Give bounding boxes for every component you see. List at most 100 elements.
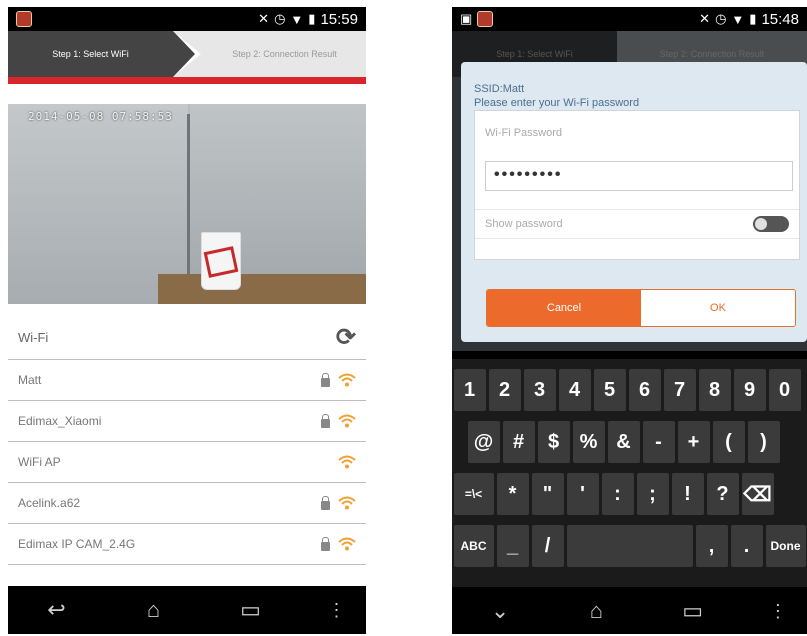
wifi-signal-icon (338, 373, 356, 387)
keyboard-key[interactable]: ) (747, 421, 780, 463)
lock-icon (321, 372, 330, 387)
cancel-button[interactable]: Cancel (487, 290, 641, 326)
app-notification-icon (16, 11, 32, 27)
step-indicator: Step 1: Select WiFi Step 2: Connection R… (8, 31, 366, 77)
toggle-knob (755, 218, 767, 230)
dialog-panel: Wi-Fi Password ••••••••• Show password (474, 110, 800, 260)
show-password-toggle[interactable] (753, 216, 789, 232)
wifi-network-item[interactable]: Edimax IP CAM_2.4G (8, 524, 366, 565)
keyboard-row-bottom: ABC _ / ,. Done (452, 525, 807, 567)
keyboard-key[interactable]: 9 (733, 369, 766, 411)
keyboard-key[interactable]: + (677, 421, 710, 463)
keyboard-key[interactable]: ! (671, 473, 704, 515)
wifi-network-item[interactable]: Edimax_Xiaomi (8, 401, 366, 442)
password-label: Wi-Fi Password (485, 127, 563, 139)
nav-bar: ↩ ⌂ ▭ ⋮ (8, 586, 366, 634)
wifi-network-name: Matt (18, 373, 42, 387)
back-icon[interactable]: ↩ (37, 597, 77, 623)
wifi-signal-icon (338, 496, 356, 510)
wifi-network-item[interactable]: Acelink.a62 (8, 483, 366, 524)
keyboard-key[interactable]: % (572, 421, 605, 463)
soft-keyboard: 1234567890 @ # $% & - +() =\< * " ':;!? ⌫ ABC _ / ,… (452, 359, 807, 587)
keyboard-key[interactable]: 7 (663, 369, 696, 411)
keyboard-key[interactable]: 8 (698, 369, 731, 411)
password-dialog: SSID:Matt Please enter your Wi-Fi passwo… (461, 62, 807, 342)
keyboard-key[interactable]: , (695, 525, 728, 567)
wifi-network-item[interactable]: Matt (8, 360, 366, 401)
camera-preview: 2014-05-08 07:58:53 (8, 104, 366, 304)
keyboard-key[interactable]: 4 (558, 369, 591, 411)
wifi-status-icon: ▼ (290, 11, 304, 27)
app-notification-icon (477, 11, 494, 27)
battery-icon: ▮ (308, 11, 316, 26)
password-input[interactable]: ••••••••• (485, 161, 793, 191)
alarm-icon: ◷ (274, 11, 286, 26)
keyboard-key[interactable]: 0 (768, 369, 801, 411)
keyboard-key[interactable]: @ (467, 421, 500, 463)
show-password-label: Show password (485, 218, 563, 230)
dialog-buttons: Cancel OK (486, 289, 796, 327)
cup-logo (203, 246, 239, 278)
camera-timestamp: 2014-05-08 07:58:53 (28, 110, 173, 123)
dialog-ssid: SSID:Matt (474, 83, 525, 95)
step-2: Step 2: Connection Result (232, 49, 337, 59)
wifi-header-label: Wi-Fi (18, 330, 49, 345)
keyboard-key[interactable]: # (502, 421, 535, 463)
right-phone-screen: ▣ ✕ ◷ ▼ ▮ 15:48 Step 1: Select WiFi Step… (452, 7, 807, 634)
recents-icon[interactable]: ▭ (231, 597, 271, 623)
keyboard-row-symbols-2: =\< * " ':;!? ⌫ (452, 473, 807, 515)
lock-icon (321, 536, 330, 551)
ok-button[interactable]: OK (641, 290, 795, 326)
keyboard-key[interactable]: " (531, 473, 564, 515)
keyboard-key[interactable]: - (642, 421, 675, 463)
keyboard-key[interactable]: 1 (453, 369, 486, 411)
keyboard-key[interactable]: $ (537, 421, 570, 463)
wifi-network-name: Acelink.a62 (18, 496, 81, 510)
keyboard-key[interactable]: / (531, 525, 564, 567)
keyboard-key[interactable]: ABC (453, 525, 494, 567)
backspace-key[interactable]: ⌫ (741, 473, 774, 515)
left-phone-screen: ✕ ◷ ▼ ▮ 15:59 Step 1: Select WiFi Step 2… (8, 7, 366, 634)
keyboard-key[interactable]: : (601, 473, 634, 515)
wifi-network-item[interactable]: WiFi AP (8, 442, 366, 483)
cup (201, 232, 241, 290)
mute-icon: ✕ (258, 11, 270, 26)
wifi-network-name: Edimax_Xiaomi (18, 414, 102, 428)
recents-icon[interactable]: ▭ (673, 598, 713, 624)
home-icon[interactable]: ⌂ (134, 597, 174, 623)
keyboard-key[interactable]: 2 (488, 369, 521, 411)
keyboard-key[interactable]: ( (712, 421, 745, 463)
refresh-icon[interactable]: ⟳ (336, 323, 356, 352)
lock-icon (321, 495, 330, 510)
keyboard-key[interactable]: ' (566, 473, 599, 515)
hide-keyboard-icon[interactable]: ⌄ (480, 598, 520, 624)
menu-icon[interactable]: ⋮ (769, 601, 787, 622)
desk (158, 274, 366, 304)
keyboard-key[interactable]: ? (706, 473, 739, 515)
cubicle-divider (187, 114, 190, 279)
clock: 15:59 (320, 10, 358, 28)
keyboard-key[interactable]: 3 (523, 369, 556, 411)
status-bar: ✕ ◷ ▼ ▮ 15:59 (8, 7, 366, 31)
space-key[interactable] (566, 525, 693, 567)
wifi-signal-icon (338, 414, 356, 428)
keyboard-key[interactable]: . (730, 525, 763, 567)
keyboard-key[interactable]: 5 (593, 369, 626, 411)
keyboard-key[interactable]: & (607, 421, 640, 463)
status-bar: ▣ ✕ ◷ ▼ ▮ 15:48 (452, 7, 807, 31)
wifi-signal-icon (338, 455, 356, 469)
battery-icon: ▮ (749, 11, 757, 26)
wifi-signal-icon (338, 537, 356, 551)
home-icon[interactable]: ⌂ (576, 598, 616, 624)
keyboard-key[interactable]: Done (765, 525, 806, 567)
keyboard-key[interactable]: _ (496, 525, 529, 567)
wifi-list: Wi-Fi ⟳ Matt Edimax_Xiaomi WiFi AP Acelink.… (8, 316, 366, 565)
menu-icon[interactable]: ⋮ (328, 600, 346, 621)
keyboard-key[interactable]: ; (636, 473, 669, 515)
keyboard-key[interactable]: 6 (628, 369, 661, 411)
keyboard-key[interactable]: =\< (453, 473, 494, 515)
mute-icon: ✕ (699, 11, 711, 26)
keyboard-key[interactable]: * (496, 473, 529, 515)
alarm-icon: ◷ (715, 11, 727, 26)
image-notification-icon: ▣ (460, 11, 473, 26)
